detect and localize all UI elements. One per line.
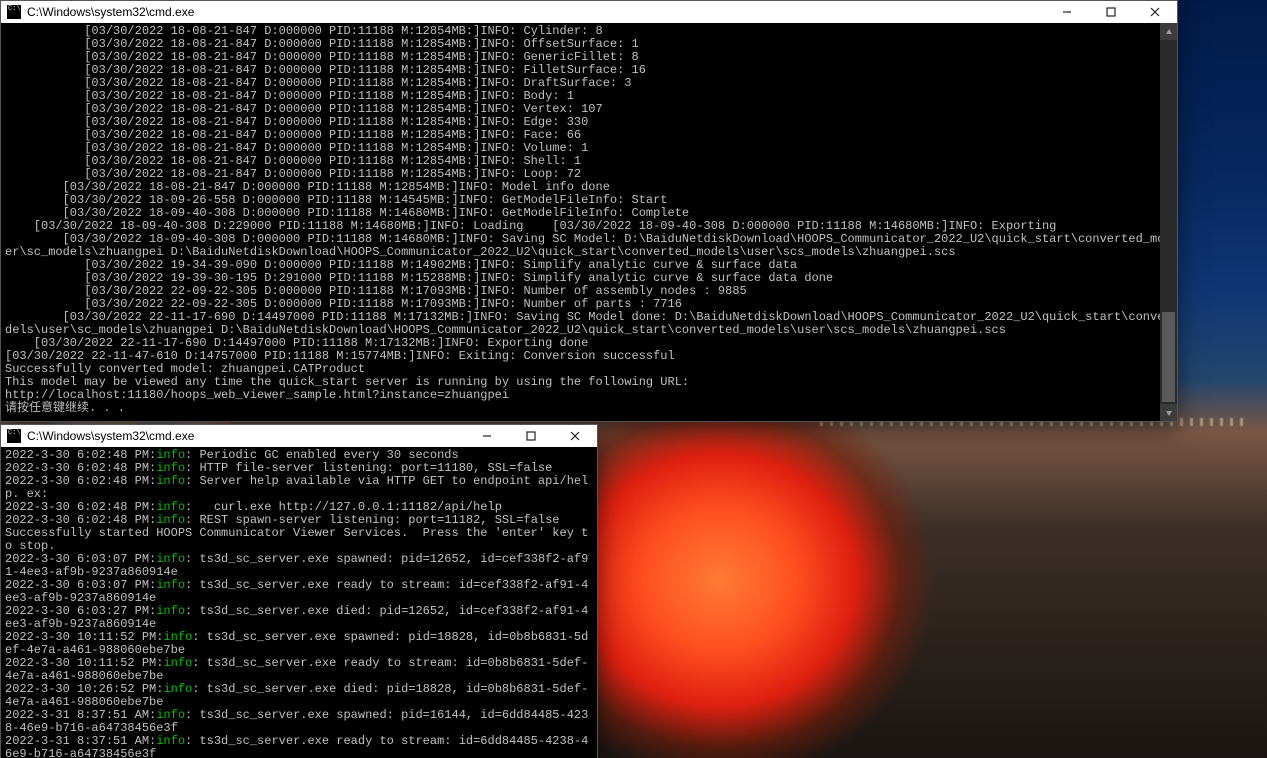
log-line: 2022-3-31 8:37:51 AM:info: ts3d_sc_serve… <box>5 735 593 758</box>
log-line: 2022-3-30 6:02:48 PM:info: Server help a… <box>5 475 593 501</box>
close-button[interactable] <box>553 425 597 447</box>
scrollbar-thumb[interactable] <box>1162 312 1175 402</box>
scrollbar-track[interactable] <box>1160 40 1177 404</box>
scroll-down-arrow-icon[interactable] <box>1160 404 1177 421</box>
maximize-button[interactable] <box>1089 1 1133 23</box>
log-line: Successfully started HOOPS Communicator … <box>5 527 593 553</box>
titlebar[interactable]: C:\Windows\system32\cmd.exe <box>1 425 597 447</box>
log-line: 2022-3-31 8:37:51 AM:info: ts3d_sc_serve… <box>5 709 593 735</box>
maximize-button[interactable] <box>509 425 553 447</box>
log-line: 请按任意键继续. . . <box>5 402 1156 415</box>
close-button[interactable] <box>1133 1 1177 23</box>
titlebar[interactable]: C:\Windows\system32\cmd.exe <box>1 1 1177 23</box>
cmd-window-1[interactable]: C:\Windows\system32\cmd.exe [03/30/2022 … <box>0 0 1178 422</box>
log-line: 2022-3-30 6:03:07 PM:info: ts3d_sc_serve… <box>5 579 593 605</box>
log-line: 2022-3-30 10:11:52 PM:info: ts3d_sc_serv… <box>5 657 593 683</box>
log-line: 2022-3-30 10:26:52 PM:info: ts3d_sc_serv… <box>5 683 593 709</box>
window-title: C:\Windows\system32\cmd.exe <box>27 429 194 443</box>
terminal-output[interactable]: [03/30/2022 18-08-21-847 D:000000 PID:11… <box>1 23 1160 421</box>
log-line: http://localhost:11180/hoops_web_viewer_… <box>5 389 1156 402</box>
minimize-button[interactable] <box>1045 1 1089 23</box>
minimize-button[interactable] <box>465 425 509 447</box>
terminal-output[interactable]: 2022-3-30 6:02:48 PM:info: Periodic GC e… <box>1 447 597 758</box>
cmd-icon <box>7 5 21 19</box>
window-title: C:\Windows\system32\cmd.exe <box>27 5 194 19</box>
log-line: 2022-3-30 6:03:07 PM:info: ts3d_sc_serve… <box>5 553 593 579</box>
log-line: 2022-3-30 10:11:52 PM:info: ts3d_sc_serv… <box>5 631 593 657</box>
cmd-icon <box>7 429 21 443</box>
log-line: 2022-3-30 6:03:27 PM:info: ts3d_sc_serve… <box>5 605 593 631</box>
vertical-scrollbar[interactable] <box>1160 23 1177 421</box>
scroll-up-arrow-icon[interactable] <box>1160 23 1177 40</box>
cmd-window-2[interactable]: C:\Windows\system32\cmd.exe 2022-3-30 6:… <box>0 424 598 758</box>
